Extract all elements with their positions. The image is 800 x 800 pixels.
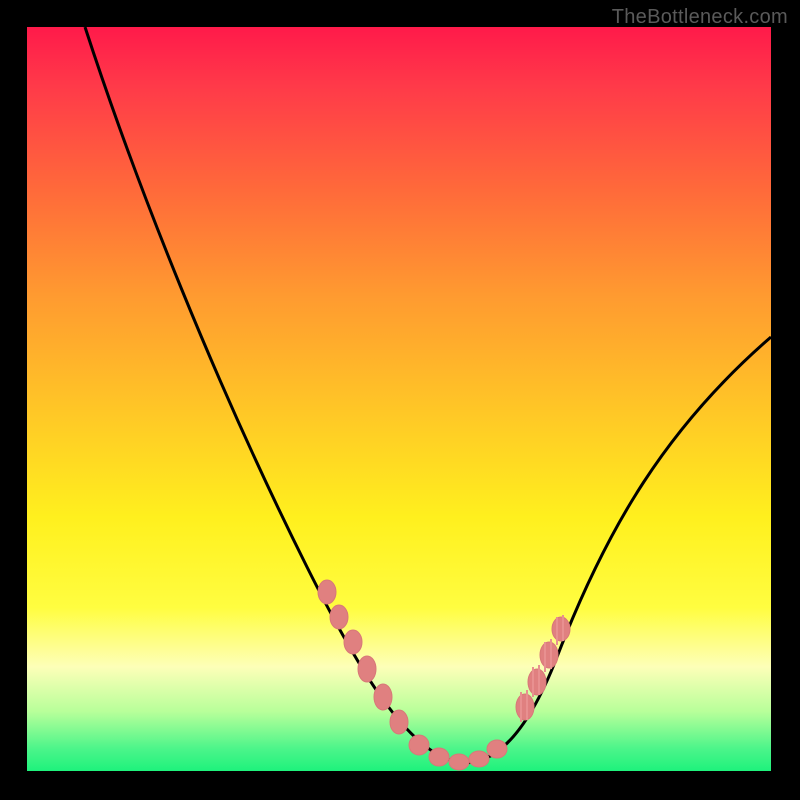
chart-svg <box>27 27 771 771</box>
marker-cluster-right <box>516 615 570 722</box>
marker-cluster-bottom <box>409 735 507 770</box>
marker-cluster-left <box>318 580 408 734</box>
bottleneck-curve <box>85 27 771 763</box>
watermark-text: TheBottleneck.com <box>612 6 788 29</box>
